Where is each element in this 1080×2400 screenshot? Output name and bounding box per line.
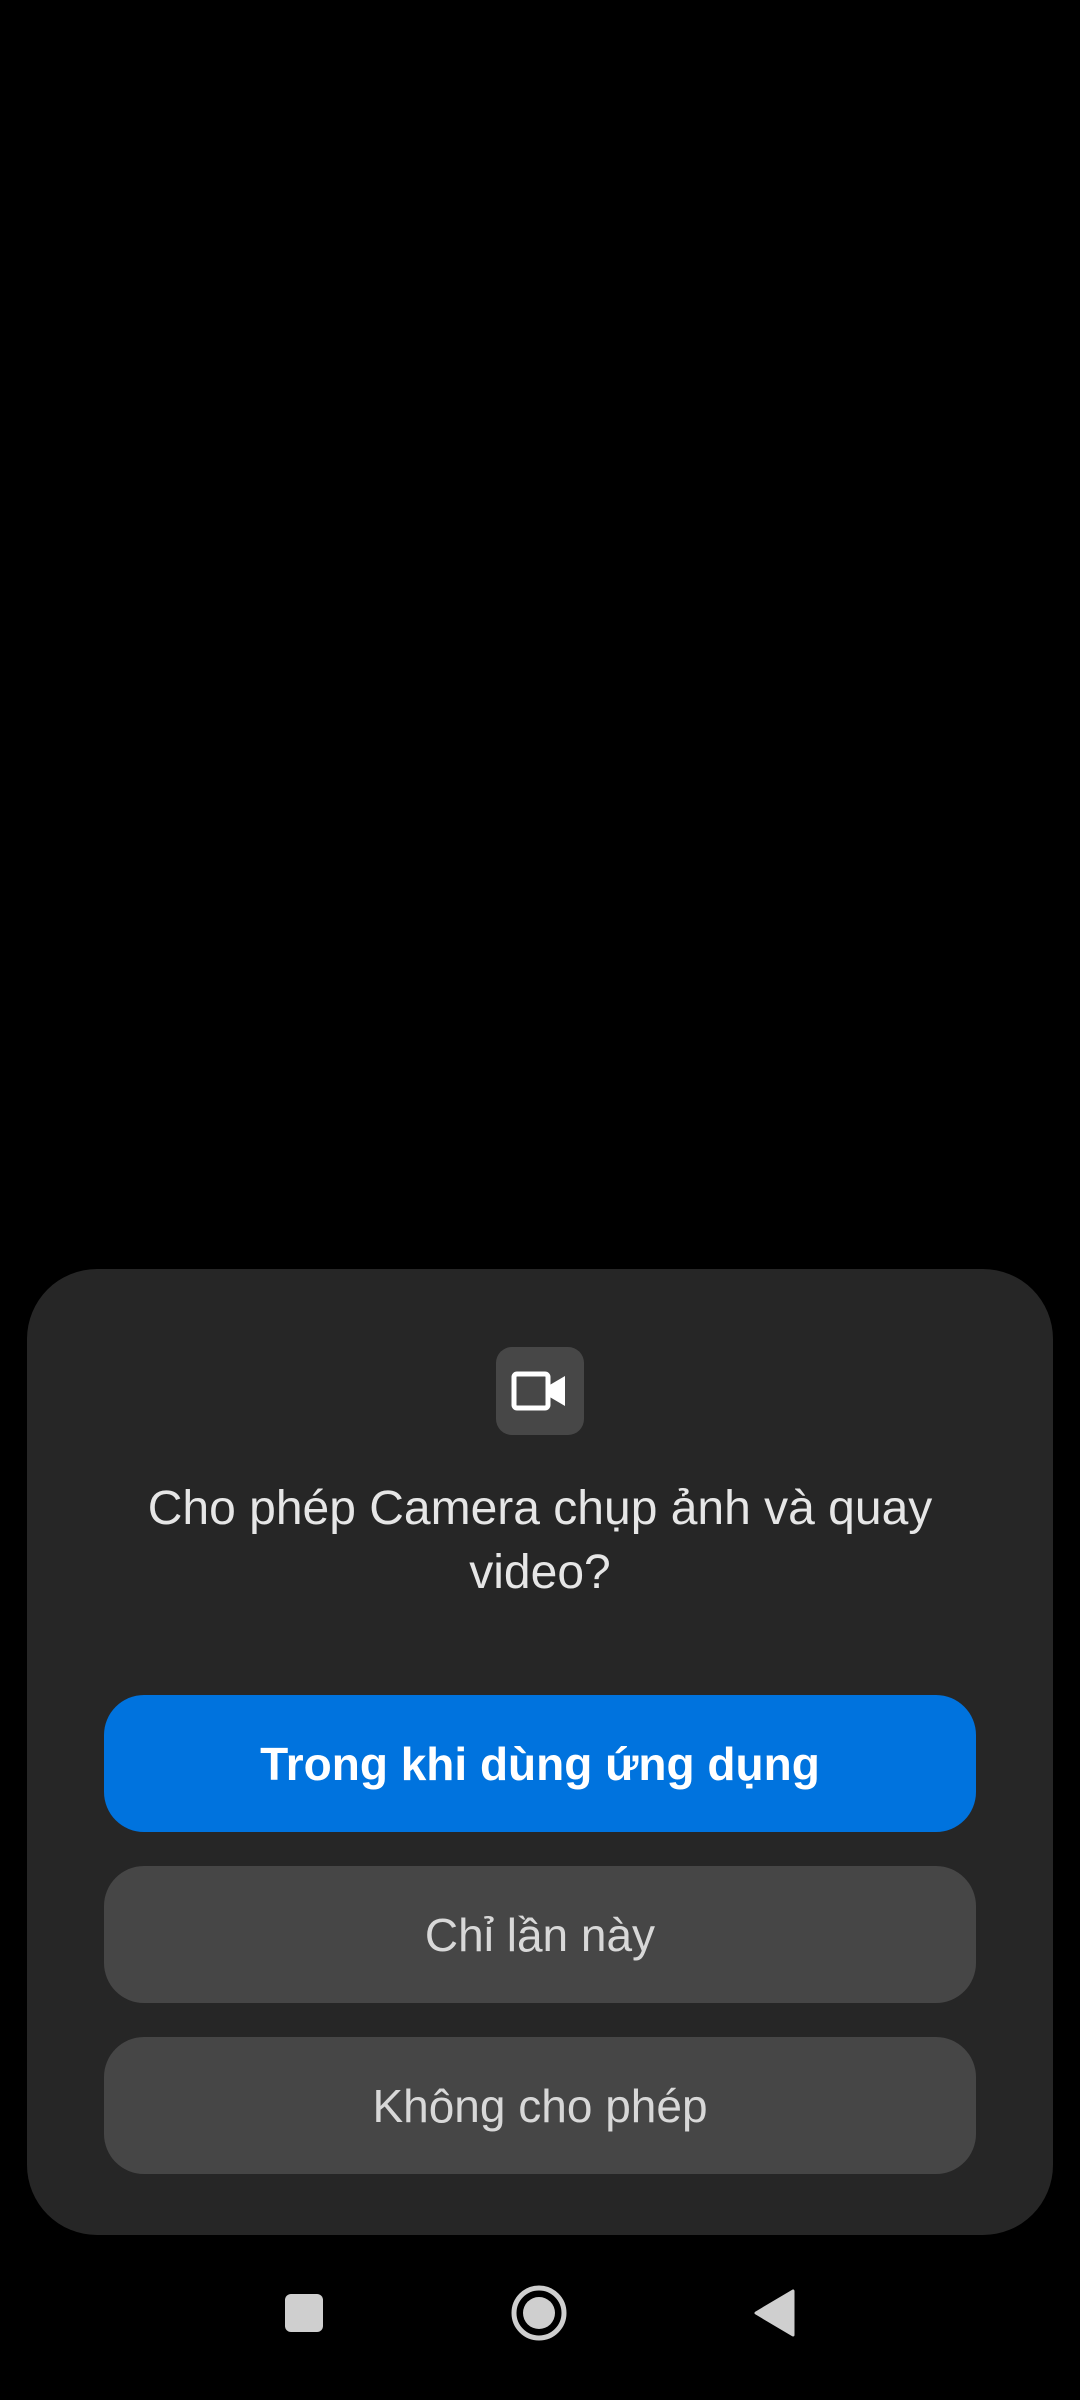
recent-apps-icon[interactable]	[259, 2268, 349, 2358]
navigation-bar	[0, 2260, 1080, 2400]
allow-while-using-button[interactable]: Trong khi dùng ứng dụng	[104, 1695, 976, 1832]
allow-once-button[interactable]: Chỉ lần này	[104, 1866, 976, 2003]
dialog-title: Cho phép Camera chụp ảnh và quay video?	[147, 1482, 933, 1599]
back-icon[interactable]	[729, 2268, 819, 2358]
deny-button[interactable]: Không cho phép	[104, 2037, 976, 2174]
screen: Cho phép Camera chụp ảnh và quay video? …	[0, 0, 1080, 2400]
video-camera-icon	[496, 1347, 584, 1435]
home-icon[interactable]	[494, 2268, 584, 2358]
permission-dialog: Cho phép Camera chụp ảnh và quay video? …	[27, 1269, 1053, 2235]
